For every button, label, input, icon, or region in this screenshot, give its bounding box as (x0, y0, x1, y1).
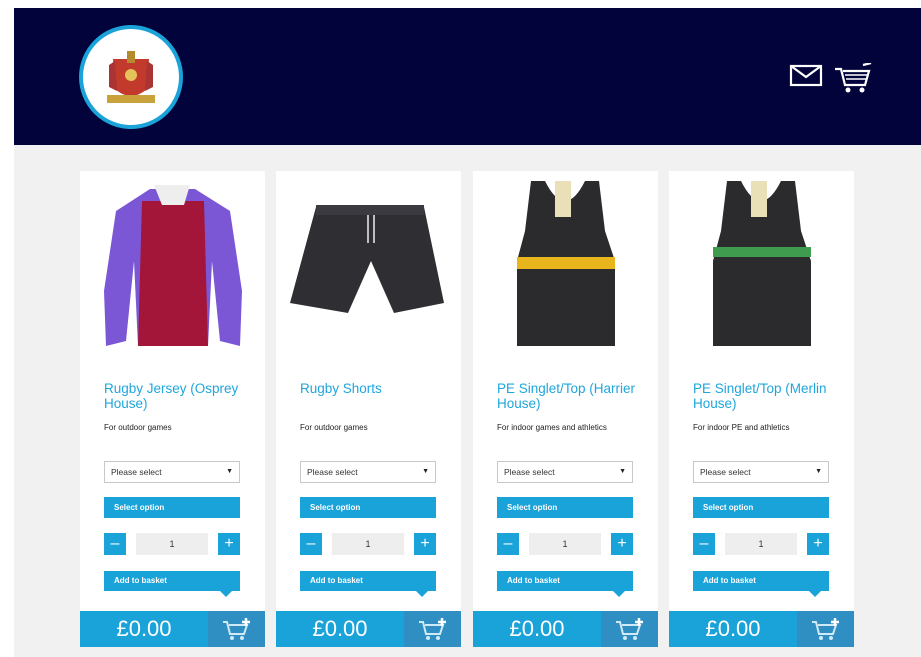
dropdown-caret-icon: ▼ (815, 468, 822, 475)
add-to-basket-button[interactable]: Add to basket (300, 571, 436, 597)
product-description: For outdoor games (104, 423, 172, 432)
product-description: For indoor games and athletics (497, 423, 607, 432)
cart-icon[interactable] (833, 63, 873, 95)
product-card: Rugby Jersey (Osprey House) For outdoor … (80, 171, 265, 614)
school-crest-logo[interactable] (79, 25, 183, 129)
quantity-increase-button[interactable]: + (807, 533, 829, 555)
pe-singlet-yellow-image[interactable] (473, 171, 658, 371)
product-price: £0.00 (116, 616, 172, 641)
select-option-button[interactable]: Select option (300, 497, 436, 518)
quantity-increase-button[interactable]: + (414, 533, 436, 555)
quick-add-cart-button[interactable] (601, 611, 658, 647)
dropdown-caret-icon: ▼ (422, 468, 429, 475)
add-to-basket-button[interactable]: Add to basket (693, 571, 829, 597)
tooltip-tail (613, 591, 625, 597)
rugby-jersey-image[interactable] (80, 171, 265, 371)
add-to-basket-label: Add to basket (507, 576, 560, 585)
header-actions (789, 63, 873, 95)
product-price: £0.00 (312, 616, 368, 641)
quantity-decrease-button[interactable]: – (497, 533, 519, 555)
add-to-cart-icon (812, 618, 839, 640)
product-title[interactable]: Rugby Shorts (300, 381, 450, 396)
price-bar: £0.00 (80, 611, 265, 647)
select-option-button[interactable]: Select option (693, 497, 829, 518)
select-value: Please select (111, 467, 162, 477)
select-value: Please select (504, 467, 555, 477)
pe-singlet-green-image[interactable] (669, 171, 854, 371)
quantity-increase-button[interactable]: + (611, 533, 633, 555)
quantity-decrease-button[interactable]: – (693, 533, 715, 555)
option-select[interactable]: Please select ▼ (693, 461, 829, 483)
option-select[interactable]: Please select ▼ (497, 461, 633, 483)
add-to-cart-icon (419, 618, 446, 640)
option-select[interactable]: Please select ▼ (104, 461, 240, 483)
product-description: For indoor PE and athletics (693, 423, 790, 432)
rugby-shorts-image[interactable] (276, 171, 461, 371)
quick-add-cart-button[interactable] (208, 611, 265, 647)
product-price: £0.00 (509, 616, 565, 641)
dropdown-caret-icon: ▼ (619, 468, 626, 475)
quantity-input[interactable]: 1 (725, 533, 797, 555)
add-to-cart-icon (616, 618, 643, 640)
option-select[interactable]: Please select ▼ (300, 461, 436, 483)
crest-icon (107, 51, 155, 103)
add-to-basket-button[interactable]: Add to basket (497, 571, 633, 597)
product-title[interactable]: PE Singlet/Top (Merlin House) (693, 381, 843, 411)
dropdown-caret-icon: ▼ (226, 468, 233, 475)
quantity-decrease-button[interactable]: – (300, 533, 322, 555)
product-price: £0.00 (705, 616, 761, 641)
select-option-button[interactable]: Select option (104, 497, 240, 518)
product-title[interactable]: Rugby Jersey (Osprey House) (104, 381, 254, 411)
quantity-input[interactable]: 1 (332, 533, 404, 555)
price-bar: £0.00 (276, 611, 461, 647)
add-to-basket-label: Add to basket (310, 576, 363, 585)
product-description: For outdoor games (300, 423, 368, 432)
select-value: Please select (700, 467, 751, 477)
mail-icon[interactable] (789, 63, 823, 87)
quantity-increase-button[interactable]: + (218, 533, 240, 555)
quick-add-cart-button[interactable] (404, 611, 461, 647)
tooltip-tail (416, 591, 428, 597)
tooltip-tail (809, 591, 821, 597)
add-to-basket-label: Add to basket (703, 576, 756, 585)
add-to-basket-button[interactable]: Add to basket (104, 571, 240, 597)
add-to-cart-icon (223, 618, 250, 640)
quick-add-cart-button[interactable] (797, 611, 854, 647)
select-value: Please select (307, 467, 358, 477)
quantity-input[interactable]: 1 (136, 533, 208, 555)
price-bar: £0.00 (669, 611, 854, 647)
product-card: Rugby Shorts For outdoor games Please se… (276, 171, 461, 614)
site-header (14, 8, 921, 145)
add-to-basket-label: Add to basket (114, 576, 167, 585)
product-card: PE Singlet/Top (Merlin House) For indoor… (669, 171, 854, 614)
select-option-button[interactable]: Select option (497, 497, 633, 518)
quantity-input[interactable]: 1 (529, 533, 601, 555)
product-title[interactable]: PE Singlet/Top (Harrier House) (497, 381, 647, 411)
product-card: PE Singlet/Top (Harrier House) For indoo… (473, 171, 658, 614)
price-bar: £0.00 (473, 611, 658, 647)
quantity-decrease-button[interactable]: – (104, 533, 126, 555)
tooltip-tail (220, 591, 232, 597)
